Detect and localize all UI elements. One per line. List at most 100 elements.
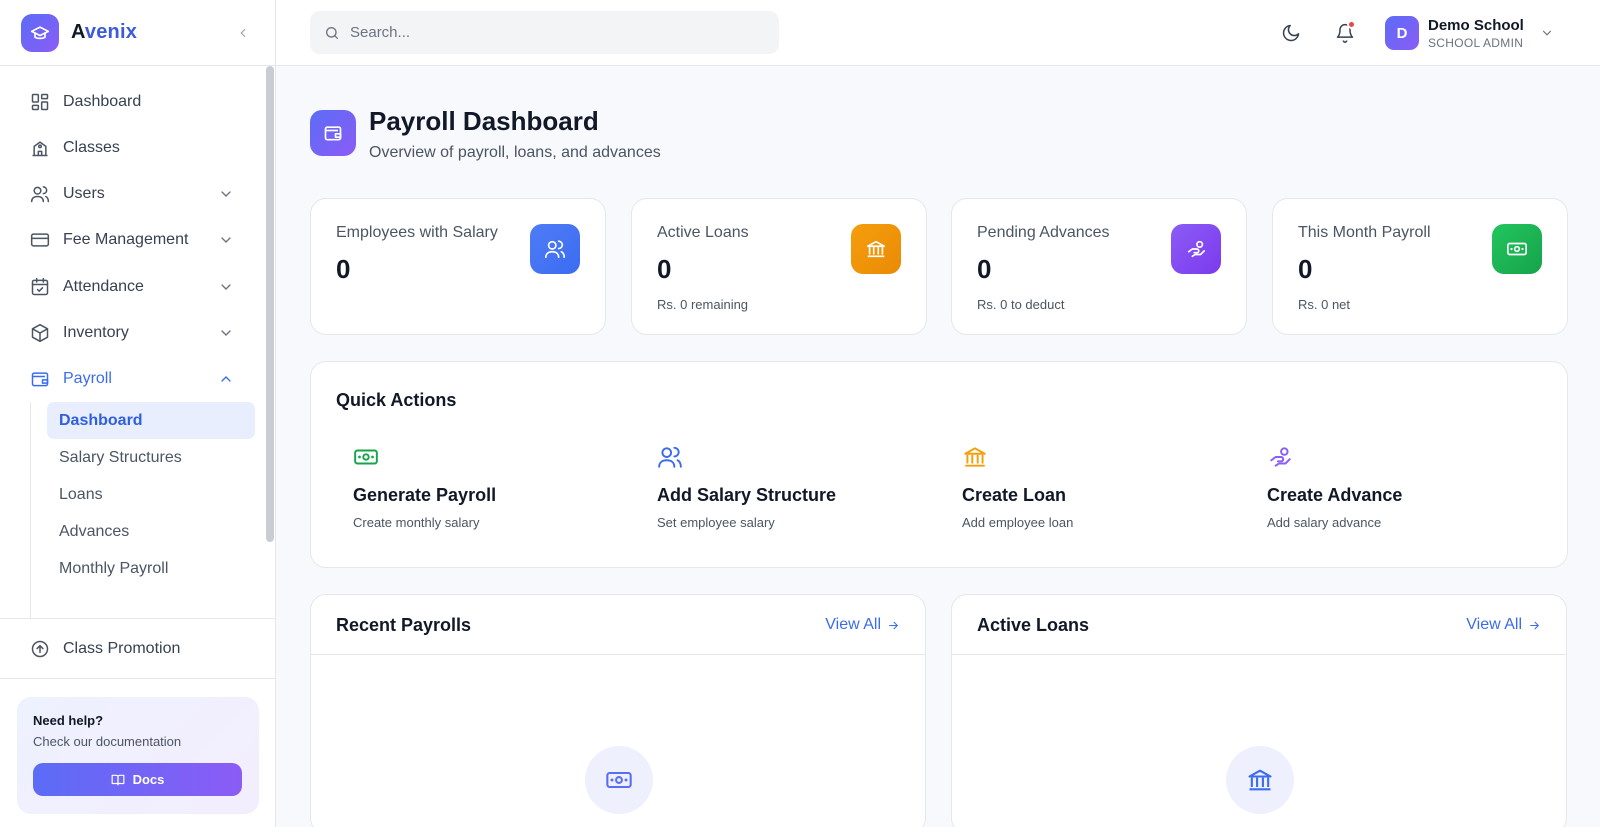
action-name: Create Advance (1267, 485, 1403, 505)
search-bar[interactable] (310, 11, 779, 54)
theme-toggle-button[interactable] (1278, 20, 1304, 46)
notification-dot (1347, 20, 1356, 29)
action-desc: Add salary advance (1267, 515, 1382, 530)
stat-card-active-loans: Active Loans 0 Rs. 0 remaining (631, 198, 927, 335)
user-menu[interactable]: D Demo School SCHOOL ADMIN (1385, 16, 1554, 50)
action-name: Create Loan (962, 485, 1067, 505)
subnav-item-loans[interactable]: Loans (47, 476, 255, 513)
banknote-icon (585, 746, 653, 814)
stat-sub: Rs. 0 net (1298, 297, 1351, 312)
wallet-icon (29, 368, 51, 390)
panel-header: Recent Payrolls View All (311, 595, 925, 655)
bank-icon (851, 224, 901, 274)
banknote-icon (354, 449, 378, 465)
school-icon (29, 137, 51, 159)
subnav-item-salary-structures[interactable]: Salary Structures (47, 439, 255, 476)
chevron-down-icon (221, 330, 231, 336)
sidebar-item-class-promotion[interactable]: Class Promotion (18, 629, 250, 669)
sidebar-item-dashboard[interactable]: Dashboard (18, 82, 250, 122)
calendar-check-icon (29, 276, 51, 298)
add-salary-structure-action[interactable]: Add Salary Structure Set employee salary (640, 444, 930, 544)
user-name: Demo School (1428, 16, 1524, 34)
search-input[interactable] (350, 24, 750, 41)
sidebar-nav: Dashboard Classes Users Fee Management A… (0, 66, 276, 618)
payroll-subnav: Dashboard Salary Structures Loans Advanc… (30, 402, 256, 618)
docs-button[interactable]: Docs (33, 763, 242, 796)
help-title: Need help? (33, 713, 104, 728)
credit-card-icon (29, 229, 51, 251)
collapse-sidebar-button[interactable] (231, 21, 255, 45)
sidebar-item-classes[interactable]: Classes (18, 128, 250, 168)
box-icon (29, 322, 51, 344)
chevron-down-icon (221, 284, 231, 290)
panel-title: Recent Payrolls (336, 615, 472, 635)
quick-actions-card: Quick Actions Generate Payroll Create mo… (310, 361, 1568, 568)
view-all-label: View All (825, 616, 881, 633)
action-desc: Add employee loan (962, 515, 1074, 530)
action-desc: Create monthly salary (353, 515, 480, 530)
hand-coins-icon (1171, 224, 1221, 274)
book-open-icon (111, 774, 125, 785)
banknote-icon (1492, 224, 1542, 274)
recent-payrolls-panel: Recent Payrolls View All (310, 594, 926, 827)
subnav-item-advances[interactable]: Advances (47, 513, 255, 550)
arrow-right-icon (889, 621, 899, 629)
chevron-up-icon (221, 376, 231, 382)
bank-icon (964, 447, 986, 467)
arrow-up-circle-icon (29, 638, 51, 660)
users-icon (530, 224, 580, 274)
page-subtitle: Overview of payroll, loans, and advances (369, 144, 661, 161)
subnav-item-monthly-payroll[interactable]: Monthly Payroll (47, 550, 255, 587)
sidebar-item-attendance[interactable]: Attendance (18, 267, 250, 307)
search-icon (326, 26, 338, 39)
panel-title: Active Loans (977, 615, 1090, 635)
bank-icon (1226, 746, 1294, 814)
sidebar: Avenix Dashboard Classes Users Fee Manag… (0, 0, 276, 827)
generate-payroll-action[interactable]: Generate Payroll Create monthly salary (311, 444, 601, 544)
panel-header: Active Loans View All (952, 595, 1566, 655)
sidebar-item-label: Class Promotion (63, 640, 181, 657)
chevron-down-icon (221, 191, 231, 197)
sidebar-item-payroll[interactable]: Payroll (18, 359, 250, 399)
sidebar-item-label: Classes (63, 139, 120, 156)
view-all-link[interactable]: View All (825, 616, 900, 634)
sidebar-item-fee-management[interactable]: Fee Management (18, 220, 250, 260)
sidebar-item-label: Dashboard (63, 93, 142, 110)
page-title: Payroll Dashboard (369, 106, 599, 136)
brand-name[interactable]: Avenix (71, 21, 137, 44)
help-subtitle: Check our documentation (33, 734, 182, 749)
hand-coins-icon (1270, 447, 1291, 467)
dashboard-icon (29, 91, 51, 113)
sidebar-item-users[interactable]: Users (18, 174, 250, 214)
topbar: D Demo School SCHOOL ADMIN (276, 0, 1600, 66)
brand: Avenix (0, 0, 275, 66)
users-icon (658, 446, 682, 468)
users-icon (29, 183, 51, 205)
chevron-down-icon (1542, 30, 1551, 36)
chevron-down-icon (221, 237, 231, 243)
sidebar-item-label: Users (63, 185, 105, 202)
graduation-cap-icon[interactable] (21, 13, 59, 52)
chevron-left-icon (240, 28, 246, 38)
sidebar-item-label: Inventory (63, 324, 129, 341)
sidebar-item-inventory[interactable]: Inventory (18, 313, 250, 353)
subnav-item-dashboard[interactable]: Dashboard (47, 402, 255, 439)
scrollbar-thumb[interactable] (266, 66, 274, 542)
stat-sub: Rs. 0 to deduct (977, 297, 1065, 312)
view-all-label: View All (1466, 616, 1522, 633)
user-info: Demo School SCHOOL ADMIN (1428, 17, 1524, 50)
action-desc: Set employee salary (657, 515, 775, 530)
create-advance-action[interactable]: Create Advance Add salary advance (1250, 444, 1540, 544)
action-name: Generate Payroll (353, 485, 497, 505)
notifications-button[interactable] (1332, 20, 1358, 46)
stat-card-employees: Employees with Salary 0 (310, 198, 606, 335)
quick-actions-title: Quick Actions (336, 390, 457, 410)
create-loan-action[interactable]: Create Loan Add employee loan (945, 444, 1235, 544)
view-all-link[interactable]: View All (1466, 616, 1541, 634)
wallet-icon (310, 110, 356, 156)
docs-button-label: Docs (132, 772, 165, 787)
sidebar-scrollbar[interactable] (266, 66, 274, 618)
action-name: Add Salary Structure (657, 485, 837, 505)
moon-icon (1282, 24, 1300, 42)
help-card: Need help? Check our documentation Docs (17, 697, 259, 814)
